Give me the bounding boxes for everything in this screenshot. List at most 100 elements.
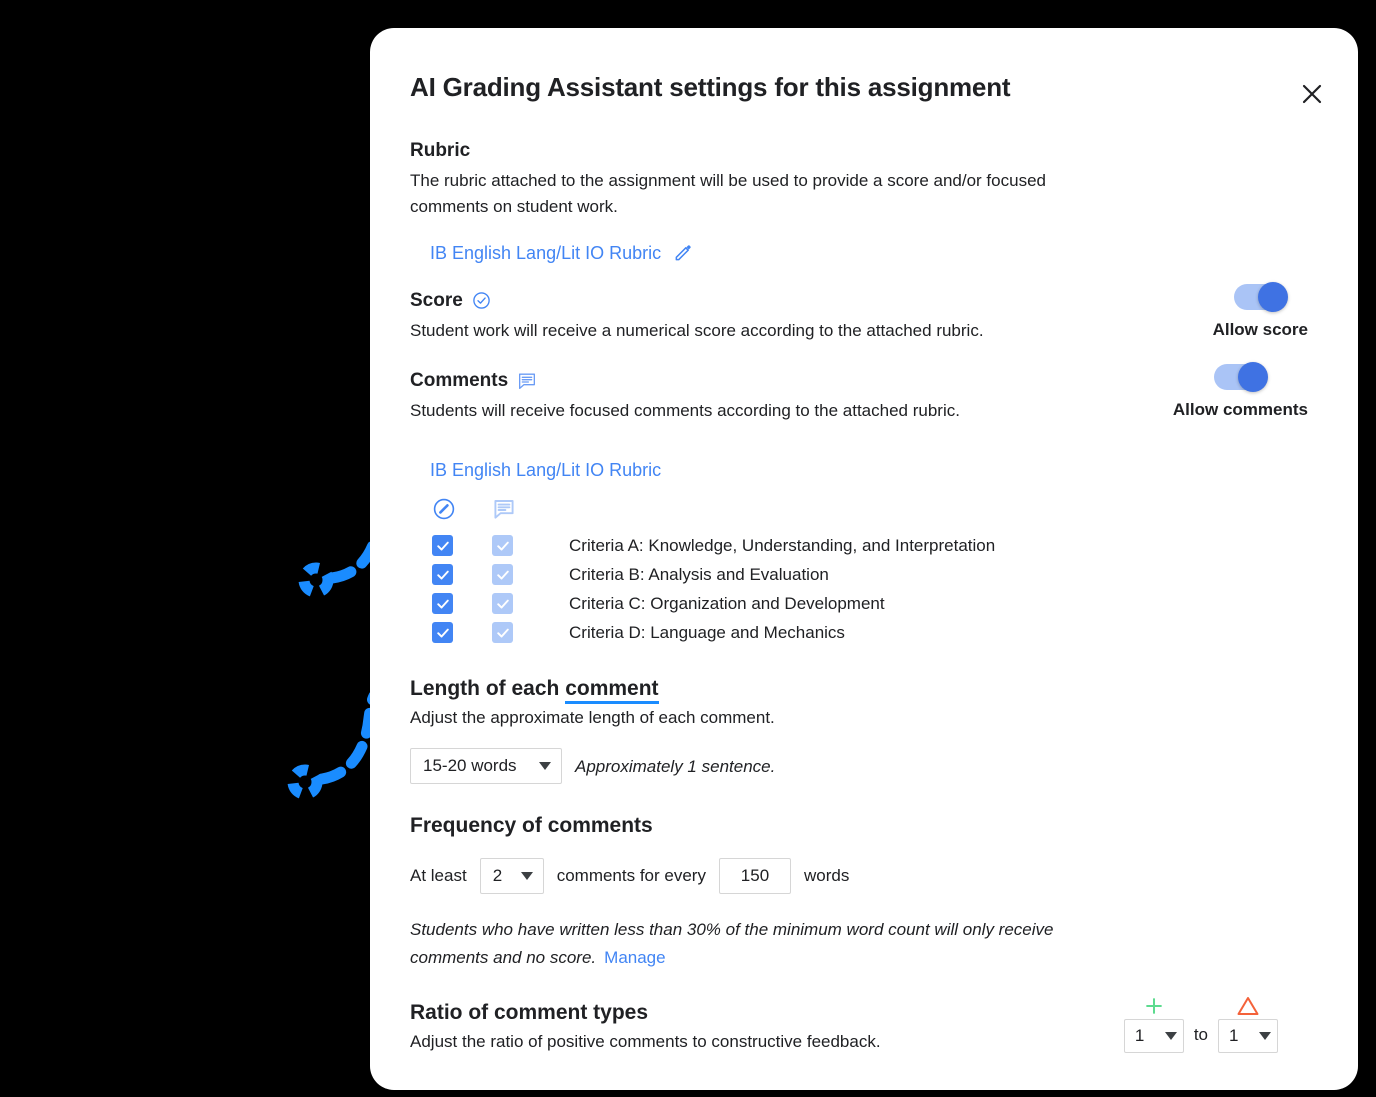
criteria-row: Criteria D: Language and Mechanics (432, 618, 1340, 647)
score-checkbox-slot (432, 622, 492, 644)
criteria-comment-checkbox[interactable] (492, 622, 513, 644)
criteria-score-checkbox[interactable] (432, 622, 453, 644)
comment-length-control-row: 15-20 words Approximately 1 sentence. (410, 748, 1340, 785)
comment-bubble-icon[interactable] (492, 497, 516, 521)
check-icon (496, 599, 509, 609)
check-icon (496, 570, 509, 580)
rubric-heading: Rubric (410, 140, 471, 161)
score-checkbox-slot (432, 593, 492, 615)
score-description: Student work will receive a numerical sc… (410, 320, 984, 340)
toggle-knob (1238, 362, 1269, 393)
criteria-row: Criteria B: Analysis and Evaluation (432, 560, 1340, 589)
ratio-positive-select[interactable]: 1 (1123, 1018, 1184, 1053)
criteria-label: Criteria A: Knowledge, Understanding, an… (569, 535, 996, 555)
allow-score-toggle[interactable] (1234, 281, 1289, 312)
ratio-constructive-value: 1 (1229, 1025, 1239, 1045)
check-icon (496, 628, 509, 638)
criteria-label: Criteria B: Analysis and Evaluation (569, 564, 829, 584)
criteria-score-checkbox[interactable] (432, 564, 453, 586)
frequency-count-select[interactable]: 2 (479, 858, 544, 895)
score-heading-row: Score (410, 290, 1340, 312)
score-circle-icon[interactable] (432, 497, 456, 521)
check-circle-icon (473, 292, 490, 309)
criteria-rubric-link-row: IB English Lang/Lit IO Rubric (410, 460, 1340, 481)
comment-column-icon-slot (492, 497, 552, 521)
comment-checkbox-slot (492, 622, 552, 644)
ratio-section: Ratio of comment types Adjust the ratio … (410, 996, 1340, 1053)
ratio-positive-column: 1 (1123, 993, 1184, 1053)
check-icon (436, 570, 449, 580)
criteria-score-checkbox[interactable] (432, 535, 453, 557)
frequency-words-input[interactable]: 150 (718, 858, 791, 895)
criteria-comment-checkbox[interactable] (492, 535, 513, 557)
ai-grading-settings-dialog: AI Grading Assistant settings for this a… (370, 28, 1358, 1090)
comment-length-description: Adjust the approximate length of each co… (410, 708, 775, 728)
chevron-down-icon (1259, 1031, 1271, 1040)
criteria-rubric-link[interactable]: IB English Lang/Lit IO Rubric (430, 460, 661, 480)
allow-comments-toggle-group: Allow comments (1172, 362, 1308, 420)
chevron-down-icon (520, 872, 533, 881)
criteria-list: Criteria A: Knowledge, Understanding, an… (410, 531, 1340, 647)
frequency-note-text: Students who have written less than 30% … (410, 920, 1054, 967)
pencil-icon[interactable] (673, 243, 693, 263)
allow-comments-toggle[interactable] (1214, 362, 1269, 393)
allow-score-label: Allow score (1212, 319, 1308, 339)
frequency-section: Frequency of comments At least 2 comment… (410, 814, 1340, 970)
criteria-row: Criteria A: Knowledge, Understanding, an… (432, 531, 1340, 560)
check-icon (496, 541, 509, 551)
check-icon (436, 541, 449, 551)
comments-heading: Comments (410, 370, 509, 392)
allow-comments-label: Allow comments (1172, 400, 1308, 420)
criteria-comment-checkbox[interactable] (492, 564, 513, 586)
score-column-icon-slot (432, 497, 492, 521)
check-icon (436, 628, 449, 638)
criteria-comment-checkbox[interactable] (492, 593, 513, 615)
ratio-controls: 1 to 1 (1123, 993, 1278, 1053)
comment-length-select[interactable]: 15-20 words (410, 748, 562, 785)
comment-length-heading-prefix: Length of each (410, 677, 566, 701)
frequency-note: Students who have written less than 30% … (410, 916, 1070, 970)
comment-length-hint: Approximately 1 sentence. (575, 756, 776, 776)
frequency-suffix-label: words (803, 866, 850, 886)
comment-length-heading: Length of each comment (410, 677, 1340, 705)
criteria-section: IB English Lang/Lit IO Rubric Criteria A… (410, 460, 1340, 647)
ratio-positive-value: 1 (1134, 1025, 1145, 1045)
triangle-warning-icon (1237, 996, 1259, 1015)
ratio-to-label: to (1193, 1024, 1208, 1044)
triangle-warning-icon-slot (1236, 993, 1260, 1019)
frequency-prefix-label: At least (410, 866, 467, 886)
score-checkbox-slot (432, 535, 492, 557)
comment-length-value: 15-20 words (423, 756, 517, 776)
check-icon (436, 599, 449, 609)
rubric-section: Rubric The rubric attached to the assign… (410, 140, 1340, 264)
rubric-description: The rubric attached to the assignment wi… (410, 171, 1046, 217)
manage-link[interactable]: Manage (604, 948, 665, 967)
comment-length-heading-accent: comment (565, 677, 659, 705)
toggle-knob (1258, 281, 1289, 312)
comment-icon (519, 373, 536, 390)
score-checkbox-slot (432, 564, 492, 586)
plus-icon-slot (1143, 993, 1165, 1019)
chevron-down-icon (539, 762, 551, 771)
frequency-count-value: 2 (492, 866, 503, 886)
close-button[interactable] (1290, 72, 1334, 116)
criteria-row: Criteria C: Organization and Development (432, 589, 1340, 618)
comment-length-section: Length of each comment Adjust the approx… (410, 677, 1340, 785)
page-title: AI Grading Assistant settings for this a… (410, 72, 1011, 102)
comments-section: Comments Students will receive focused c… (410, 362, 1340, 424)
score-section: Score Student work will receive a numeri… (410, 281, 1340, 344)
comment-checkbox-slot (492, 535, 552, 557)
criteria-score-checkbox[interactable] (432, 593, 453, 615)
chevron-down-icon (1164, 1031, 1177, 1040)
ratio-constructive-select[interactable]: 1 (1218, 1018, 1278, 1053)
rubric-link[interactable]: IB English Lang/Lit IO Rubric (430, 243, 661, 264)
score-heading: Score (410, 289, 463, 311)
rubric-link-row: IB English Lang/Lit IO Rubric (410, 243, 1340, 264)
frequency-control-row: At least 2 comments for every 150 words (410, 858, 1340, 895)
allow-score-toggle-group: Allow score (1212, 281, 1308, 340)
comments-description: Students will receive focused comments a… (410, 401, 960, 421)
criteria-label: Criteria D: Language and Mechanics (569, 622, 845, 642)
frequency-middle-label: comments for every (556, 866, 706, 886)
ratio-constructive-column: 1 (1218, 993, 1278, 1053)
comment-checkbox-slot (492, 564, 552, 586)
